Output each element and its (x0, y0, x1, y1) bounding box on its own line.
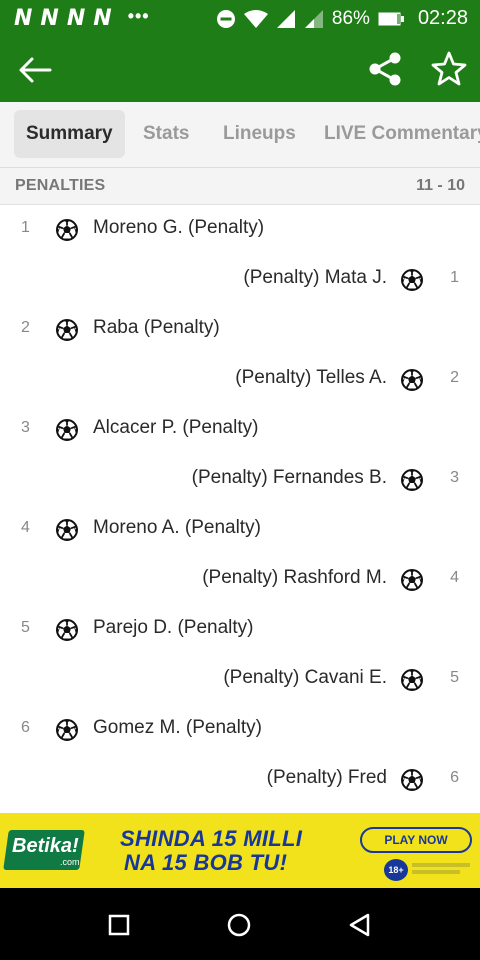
kick-number: 2 (21, 319, 30, 336)
logo-text: Betika! (12, 835, 79, 857)
penalty-row-away: 4 (Penalty) Rashford M. (0, 555, 480, 605)
tab-lineups[interactable]: Lineups (223, 110, 296, 158)
battery-percent: 86% (331, 7, 370, 29)
penalties-header: PENALTIES 11 - 10 (0, 168, 480, 205)
kick-number: 3 (21, 419, 30, 436)
penalty-row-home: 2 Raba (Penalty) (0, 305, 480, 355)
kick-number: 6 (450, 769, 459, 786)
penalty-row-away: 1 (Penalty) Mata J. (0, 255, 480, 305)
football-icon (56, 419, 78, 441)
kick-number: 5 (450, 669, 459, 686)
status-bar: N N N N ••• 86% 02:28 (0, 0, 480, 37)
kick-number: 4 (450, 569, 459, 586)
app-notification-icon: N (14, 5, 33, 31)
player-name: Raba (Penalty) (93, 317, 220, 338)
penalty-row-away: 5 (Penalty) Cavani E. (0, 655, 480, 705)
system-icons: 86% 02:28 (216, 7, 468, 30)
football-icon (401, 669, 423, 691)
app-notification-icon: N (93, 5, 112, 31)
football-icon (401, 269, 423, 291)
penalty-row-away: 6 (Penalty) Fred (0, 755, 480, 805)
do-not-disturb-icon (216, 9, 235, 28)
player-name: (Penalty) Telles A. (235, 367, 387, 388)
ad-fine-print (412, 870, 460, 874)
player-name: Alcacer P. (Penalty) (93, 417, 259, 438)
penalty-row-home: 6 Gomez M. (Penalty) (0, 705, 480, 755)
player-name: (Penalty) Fred (266, 767, 387, 788)
player-name: Moreno A. (Penalty) (93, 517, 261, 538)
penalty-row-home: 4 Moreno A. (Penalty) (0, 505, 480, 555)
tab-live-commentary[interactable]: LIVE Commentary (324, 110, 480, 158)
football-icon (56, 619, 78, 641)
notification-icons: N N N N ••• (14, 5, 150, 31)
home-icon[interactable] (224, 910, 254, 940)
age-restriction-badge: 18+ (384, 859, 408, 881)
penalty-row-home: 3 Alcacer P. (Penalty) (0, 405, 480, 455)
player-name: (Penalty) Mata J. (243, 267, 387, 288)
kick-number: 1 (450, 269, 459, 286)
football-icon (56, 219, 78, 241)
kick-number: 4 (21, 519, 30, 536)
ad-tagline-line-1: SHINDA 15 MILLI (120, 826, 303, 851)
recents-icon[interactable] (104, 910, 134, 940)
football-icon (401, 769, 423, 791)
wifi-icon (243, 9, 268, 28)
player-name: Gomez M. (Penalty) (93, 717, 262, 738)
ad-tagline: SHINDA 15 MILLI NA 15 BOB TU! (120, 827, 340, 875)
player-name: (Penalty) Rashford M. (202, 567, 387, 588)
signal-icon (276, 9, 295, 28)
logo-suffix: .com (60, 857, 80, 867)
kick-number: 3 (450, 469, 459, 486)
share-icon[interactable] (368, 51, 402, 87)
player-name: (Penalty) Cavani E. (223, 667, 387, 688)
football-icon (401, 369, 423, 391)
player-name: (Penalty) Fernandes B. (191, 467, 387, 488)
player-name: Parejo D. (Penalty) (93, 617, 254, 638)
ad-fine-print (412, 863, 470, 867)
penalty-score: 11 - 10 (416, 177, 465, 194)
tab-summary[interactable]: Summary (14, 110, 125, 158)
app-bar (0, 37, 480, 102)
ad-banner[interactable]: Betika! .com SHINDA 15 MILLI NA 15 BOB T… (0, 813, 480, 888)
tab-bar: Summary Stats Lineups LIVE Commentary (0, 102, 480, 168)
football-icon (56, 319, 78, 341)
penalty-row-away: 2 (Penalty) Telles A. (0, 355, 480, 405)
kick-number: 5 (21, 619, 30, 636)
section-title: PENALTIES (15, 177, 106, 194)
system-nav-bar (0, 888, 480, 960)
kick-number: 1 (21, 219, 30, 236)
kick-number: 2 (450, 369, 459, 386)
football-icon (401, 469, 423, 491)
back-nav-icon[interactable] (345, 910, 375, 940)
penalty-row-away: 3 (Penalty) Fernandes B. (0, 455, 480, 505)
battery-icon (378, 12, 404, 25)
signal-weak-icon (304, 9, 323, 28)
ad-tagline-line-2: NA 15 BOB TU! (124, 850, 288, 875)
app-notification-icon: N (66, 5, 86, 31)
app-notification-icon: N (40, 5, 59, 31)
penalty-list: 1 Moreno G. (Penalty) 1 (Penalty) Mata J. 2 R… (0, 205, 480, 805)
star-outline-icon[interactable] (430, 50, 468, 88)
football-icon (56, 719, 78, 741)
tab-stats[interactable]: Stats (143, 110, 189, 158)
arrow-left-icon[interactable] (18, 53, 54, 87)
play-now-button[interactable]: PLAY NOW (360, 827, 472, 853)
penalty-row-home: 1 Moreno G. (Penalty) (0, 205, 480, 255)
football-icon (401, 569, 423, 591)
penalty-row-home: 5 Parejo D. (Penalty) (0, 605, 480, 655)
more-notifications-icon: ••• (127, 6, 150, 26)
kick-number: 6 (21, 719, 30, 736)
football-icon (56, 519, 78, 541)
player-name: Moreno G. (Penalty) (93, 217, 265, 238)
clock: 02:28 (417, 7, 468, 29)
